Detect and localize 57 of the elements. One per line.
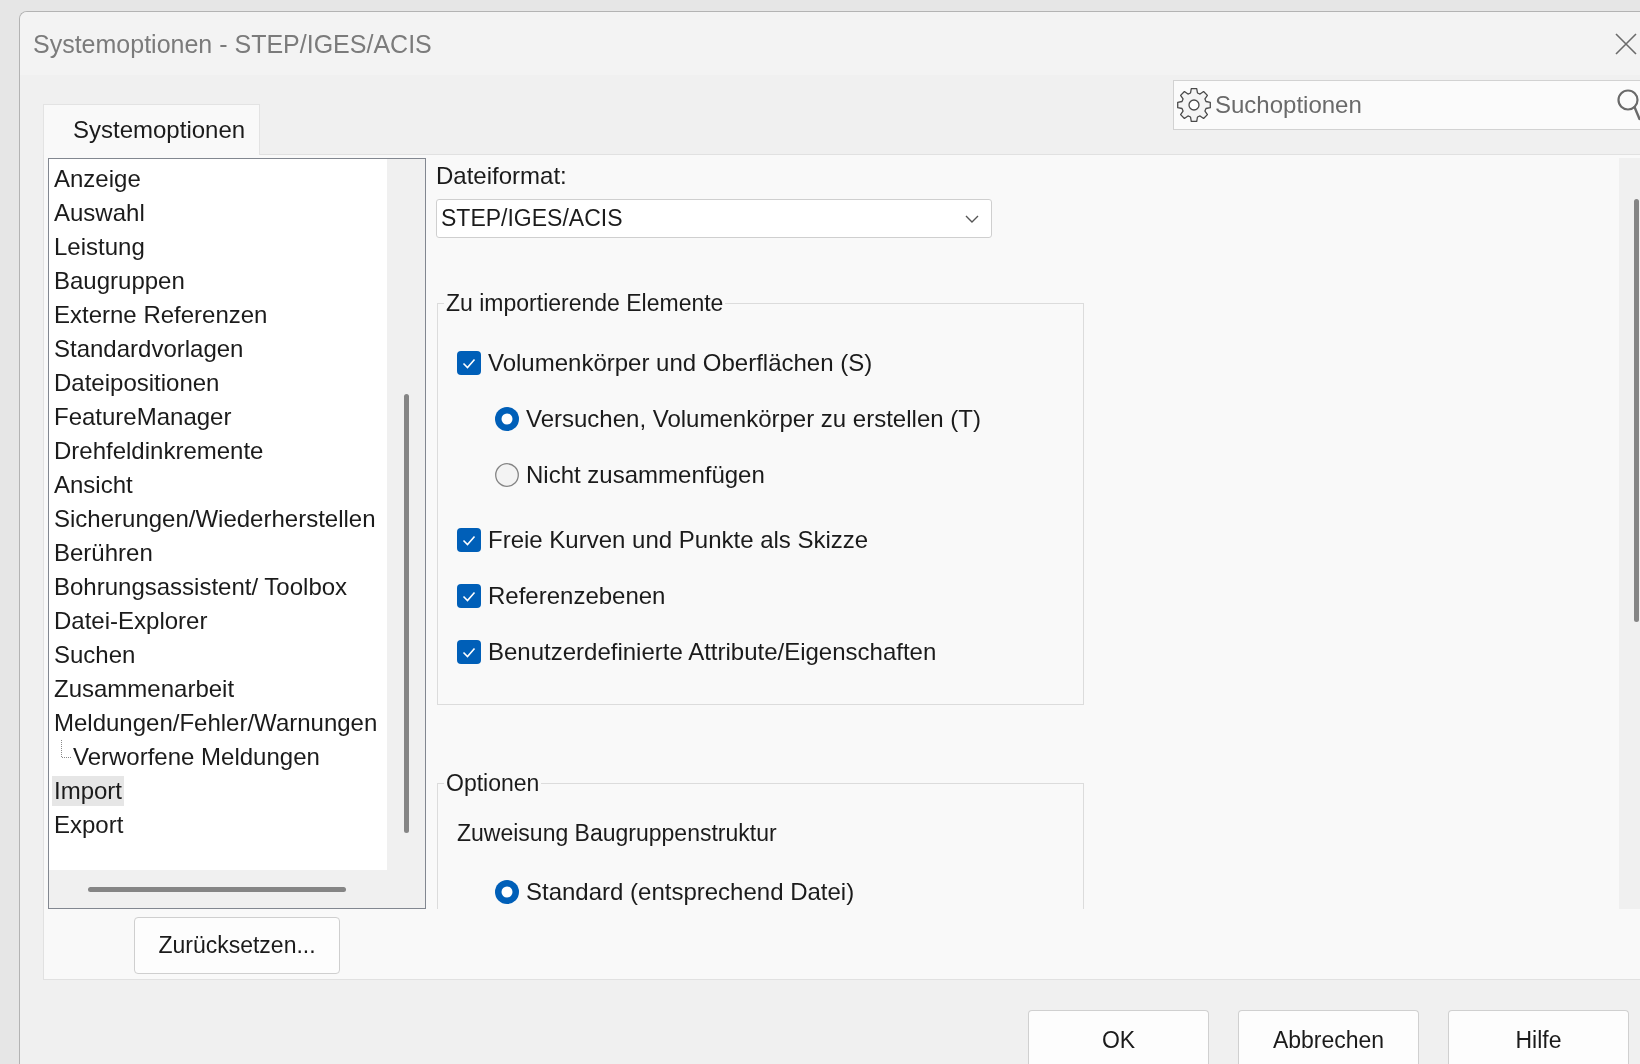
tree-item[interactable]: Import (52, 776, 124, 806)
tree-item[interactable]: Export (52, 810, 126, 840)
checkbox[interactable] (457, 528, 481, 552)
ok-button[interactable]: OK (1028, 1010, 1209, 1064)
tree-item[interactable]: FeatureManager (52, 402, 234, 432)
radio-label[interactable]: Nicht zusammenfügen (526, 460, 765, 490)
close-icon[interactable] (1615, 32, 1637, 55)
radio-button[interactable] (495, 880, 519, 904)
tree-item[interactable]: Datei-Explorer (52, 606, 210, 636)
file-format-dropdown[interactable]: STEP/IGES/ACIS (436, 199, 992, 238)
reset-button[interactable]: Zurücksetzen... (134, 917, 340, 974)
group-title: Optionen (445, 770, 541, 796)
tree-connector (61, 740, 71, 758)
scrollbar-thumb[interactable] (1634, 199, 1639, 622)
checkbox-label[interactable]: Volumenkörper und Oberflächen (S) (488, 348, 873, 378)
tree-item[interactable]: Auswahl (52, 198, 147, 228)
tree-item[interactable]: Sicherungen/Wiederherstellen (52, 504, 378, 534)
checkbox[interactable] (457, 640, 481, 664)
radio-label[interactable]: Standard (entsprechend Datei) (526, 877, 855, 907)
tab[interactable]: Systemoptionen (43, 104, 261, 155)
radio-label[interactable]: Versuchen, Volumenkörper zu erstellen (T) (526, 404, 981, 434)
search-icon[interactable] (1616, 88, 1640, 122)
tree-item[interactable]: Berühren (52, 538, 155, 568)
section-label: Zuweisung Baugruppenstruktur (457, 819, 777, 848)
tree-item[interactable]: Drehfeldinkremente (52, 436, 266, 466)
tree-item[interactable]: Dateipositionen (52, 368, 222, 398)
tree-item[interactable]: Suchen (52, 640, 138, 670)
tree-item[interactable]: Baugruppen (52, 266, 187, 296)
tree-item[interactable]: Ansicht (52, 470, 135, 500)
scrollbar-thumb[interactable] (88, 886, 346, 892)
checkbox[interactable] (457, 351, 481, 375)
field-label: Dateiformat: (436, 161, 567, 191)
chevron-down-icon[interactable] (965, 214, 979, 223)
scrollbar[interactable] (1619, 158, 1640, 909)
group-title: Zu importierende Elemente (445, 290, 725, 316)
radio-button[interactable] (495, 407, 519, 431)
tree-item[interactable]: Meldungen/Fehler/Warnungen (52, 708, 380, 738)
search-field[interactable]: Suchoptionen (1212, 88, 1616, 122)
tree-item[interactable]: Zusammenarbeit (52, 674, 237, 704)
checkbox[interactable] (457, 584, 481, 608)
tree-item[interactable]: Verworfene Meldungen (71, 742, 322, 772)
navigation-tree[interactable] (48, 158, 426, 909)
tree-item[interactable]: Bohrungsassistent/ Toolbox (52, 572, 350, 602)
scrollbar-thumb[interactable] (403, 394, 409, 833)
search-bar[interactable]: Suchoptionen (1173, 80, 1640, 130)
checkbox-label[interactable]: Benutzerdefinierte Attribute/Eigenschaften (488, 637, 937, 667)
tree-item[interactable]: Leistung (52, 232, 147, 262)
tree-item[interactable]: Externe Referenzen (52, 300, 270, 330)
cancel-button[interactable]: Abbrechen (1238, 1010, 1419, 1064)
checkbox-label[interactable]: Referenzebenen (488, 581, 666, 611)
gear-icon[interactable] (1176, 87, 1212, 123)
tree-item[interactable]: Anzeige (52, 164, 143, 194)
checkbox-label[interactable]: Freie Kurven und Punkte als Skizze (488, 525, 869, 555)
help-button[interactable]: Hilfe (1448, 1010, 1629, 1064)
window-title: Systemoptionen - STEP/IGES/ACIS (33, 28, 432, 59)
radio-button[interactable] (495, 463, 519, 487)
tree-item[interactable]: Standardvorlagen (52, 334, 246, 364)
